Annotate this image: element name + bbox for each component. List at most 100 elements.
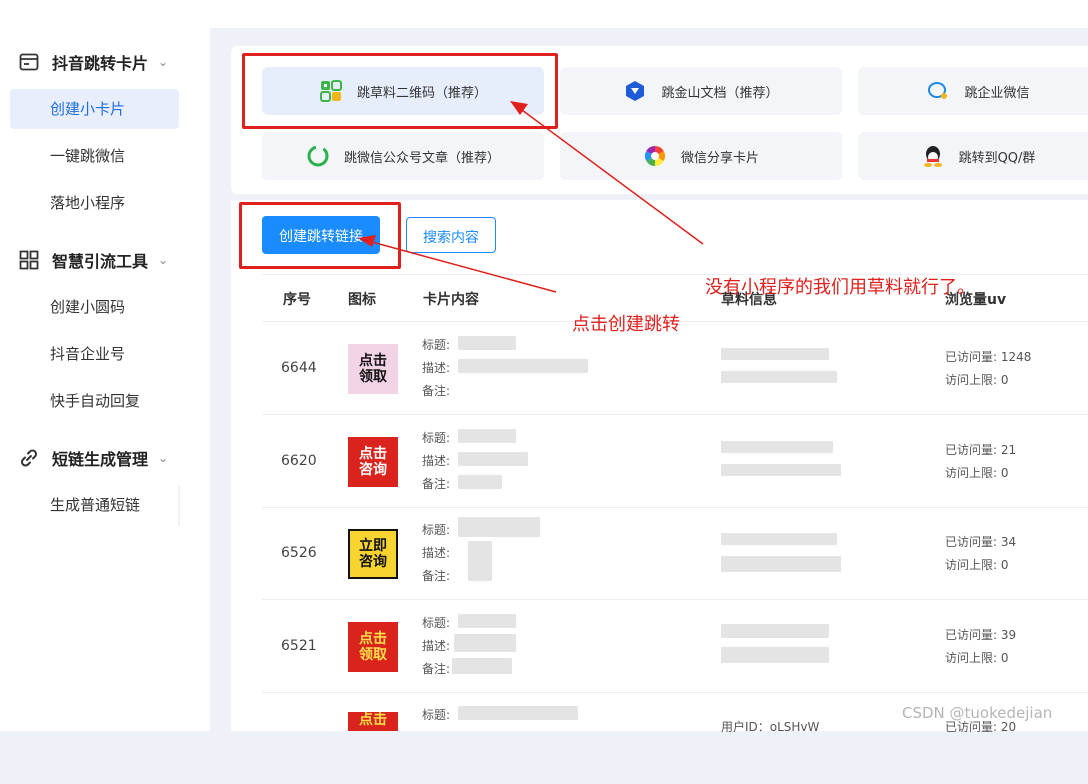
card-thumbnail: 立即 咨询 bbox=[348, 529, 398, 579]
sidebar-item-create-circle-code[interactable]: 创建小圆码 bbox=[10, 287, 179, 327]
thumbnail-text: 点击 bbox=[359, 631, 387, 647]
sidebar-item-create-card[interactable]: 创建小卡片 bbox=[10, 89, 179, 129]
search-content-button[interactable]: 搜索内容 bbox=[406, 217, 496, 253]
thumbnail-text: 点击 bbox=[359, 446, 387, 462]
blurred-text bbox=[452, 658, 512, 674]
wecom-icon bbox=[926, 79, 950, 103]
jump-card-wecom[interactable]: 跳企业微信 bbox=[858, 67, 1088, 115]
visit-count: 已访问量: 39 bbox=[945, 628, 1017, 642]
thumbnail-text: 领取 bbox=[359, 647, 387, 663]
column-header-card-content: 卡片内容 bbox=[423, 292, 479, 308]
blurred-text bbox=[721, 464, 841, 476]
sidebar-item-douyin-enterprise[interactable]: 抖音企业号 bbox=[10, 334, 179, 374]
desc-label: 描述: bbox=[422, 546, 451, 560]
blurred-text bbox=[721, 533, 837, 545]
card-thumbnail: 点击 咨询 bbox=[348, 437, 398, 487]
sidebar-group-douyin-card[interactable]: 抖音跳转卡片 ⌄ bbox=[18, 50, 168, 74]
sidebar-item-landing-miniprogram[interactable]: 落地小程序 bbox=[10, 183, 179, 223]
chevron-down-icon: ⌄ bbox=[158, 451, 169, 465]
visit-count: 已访问量: 34 bbox=[945, 535, 1017, 549]
share-card-icon bbox=[643, 144, 667, 168]
wechat-official-icon bbox=[306, 144, 330, 168]
desc-label: 描述: bbox=[422, 361, 451, 375]
visit-count: 已访问量: 1248 bbox=[945, 350, 1032, 364]
title-label: 标题: bbox=[422, 431, 451, 445]
note-label: 备注: bbox=[422, 662, 451, 676]
annotation-highlight-create-button bbox=[239, 202, 401, 269]
desc-label: 描述: bbox=[422, 639, 451, 653]
jump-card-label: 跳微信公众号文章（推荐） bbox=[343, 150, 500, 166]
column-header-icon: 图标 bbox=[348, 292, 376, 308]
jump-card-qq[interactable]: 跳转到QQ/群 bbox=[858, 132, 1088, 180]
row-id: 6521 bbox=[281, 638, 317, 654]
blurred-text bbox=[458, 452, 528, 466]
sidebar-item-jump-wechat[interactable]: 一键跳微信 bbox=[10, 136, 179, 176]
sidebar-group-label: 智慧引流工具 bbox=[52, 252, 149, 271]
row-id: 6526 bbox=[281, 545, 317, 561]
visit-limit: 访问上限: 0 bbox=[945, 373, 1009, 387]
jump-card-label: 跳企业微信 bbox=[964, 85, 1030, 101]
title-label: 标题: bbox=[422, 708, 451, 722]
jump-card-label: 跳转到QQ/群 bbox=[958, 150, 1036, 166]
sidebar-group-shortlink[interactable]: 短链生成管理 ⌄ bbox=[18, 446, 168, 470]
kdocs-icon bbox=[623, 79, 647, 103]
thumbnail-text: 咨询 bbox=[359, 462, 387, 478]
thumbnail-text: 点击 bbox=[359, 712, 387, 728]
thumbnail-text: 点击 bbox=[359, 353, 387, 369]
blurred-text bbox=[458, 706, 578, 720]
link-icon bbox=[18, 447, 40, 469]
blurred-text bbox=[458, 517, 540, 537]
annotation-no-miniprogram: 没有小程序的我们用草料就行了。 bbox=[705, 277, 975, 298]
divider bbox=[178, 486, 180, 526]
thumbnail-text: 领取 bbox=[359, 369, 387, 385]
table-row[interactable]: 6521 点击 领取 标题: 描述: 备注: 已访问量: 39 访问上限: 0 bbox=[262, 600, 1088, 693]
title-label: 标题: bbox=[422, 616, 451, 630]
top-strip bbox=[210, 0, 1088, 28]
blurred-text bbox=[721, 348, 829, 360]
row-id: 6620 bbox=[281, 453, 317, 469]
jump-card-wechat-share[interactable]: 微信分享卡片 bbox=[560, 132, 842, 180]
card-icon bbox=[18, 51, 40, 73]
sidebar-item-normal-shortlink[interactable]: 生成普通短链 bbox=[10, 485, 179, 525]
grid-icon bbox=[18, 249, 40, 271]
chevron-down-icon: ⌄ bbox=[158, 55, 169, 69]
table-row[interactable]: 6620 点击 咨询 标题: 描述: 备注: 已访问量: 21 访问上限: 0 bbox=[262, 415, 1088, 508]
blurred-text bbox=[458, 336, 516, 350]
blurred-text bbox=[721, 371, 837, 383]
blurred-text bbox=[458, 429, 516, 443]
table-row[interactable]: 6526 立即 咨询 标题: 描述: 备注: 已访问量: 34 访问上限: 0 bbox=[262, 507, 1088, 600]
note-label: 备注: bbox=[422, 477, 451, 491]
note-label: 备注: bbox=[422, 384, 451, 398]
visit-limit: 访问上限: 0 bbox=[945, 466, 1009, 480]
card-thumbnail: 点击 领取 bbox=[348, 344, 398, 394]
title-label: 标题: bbox=[422, 523, 451, 537]
desc-label: 描述: bbox=[422, 454, 451, 468]
blurred-text bbox=[458, 359, 588, 373]
thumbnail-text: 咨询 bbox=[359, 554, 387, 570]
blurred-text bbox=[721, 441, 833, 453]
thumbnail-text: 立即 bbox=[359, 538, 387, 554]
blurred-text bbox=[458, 475, 502, 489]
title-label: 标题: bbox=[422, 338, 451, 352]
sidebar-item-kuaishou-autoreply[interactable]: 快手自动回复 bbox=[10, 381, 179, 421]
chevron-down-icon: ⌄ bbox=[158, 253, 169, 267]
blurred-text bbox=[721, 624, 829, 638]
row-id: 6644 bbox=[281, 360, 317, 376]
watermark: CSDN @tuokedejian bbox=[902, 704, 1053, 722]
jump-card-wechat-article[interactable]: 跳微信公众号文章（推荐） bbox=[262, 132, 544, 180]
blurred-text bbox=[721, 647, 829, 663]
blurred-text bbox=[468, 541, 492, 581]
visit-count: 已访问量: 21 bbox=[945, 443, 1017, 457]
jump-card-kdocs[interactable]: 跳金山文档（推荐） bbox=[560, 67, 842, 115]
card-thumbnail: 点击 bbox=[348, 712, 398, 731]
blurred-text bbox=[458, 614, 516, 628]
sidebar-group-label: 短链生成管理 bbox=[52, 450, 149, 469]
annotation-click-create: 点击创建跳转 bbox=[572, 314, 680, 335]
annotation-highlight-qrcode bbox=[242, 53, 558, 129]
jump-card-label: 微信分享卡片 bbox=[680, 150, 759, 166]
column-header-id: 序号 bbox=[283, 292, 311, 308]
note-label: 备注: bbox=[422, 569, 451, 583]
visit-limit: 访问上限: 0 bbox=[945, 651, 1009, 665]
blurred-text bbox=[721, 556, 841, 572]
sidebar-group-traffic-tools[interactable]: 智慧引流工具 ⌄ bbox=[18, 248, 168, 272]
